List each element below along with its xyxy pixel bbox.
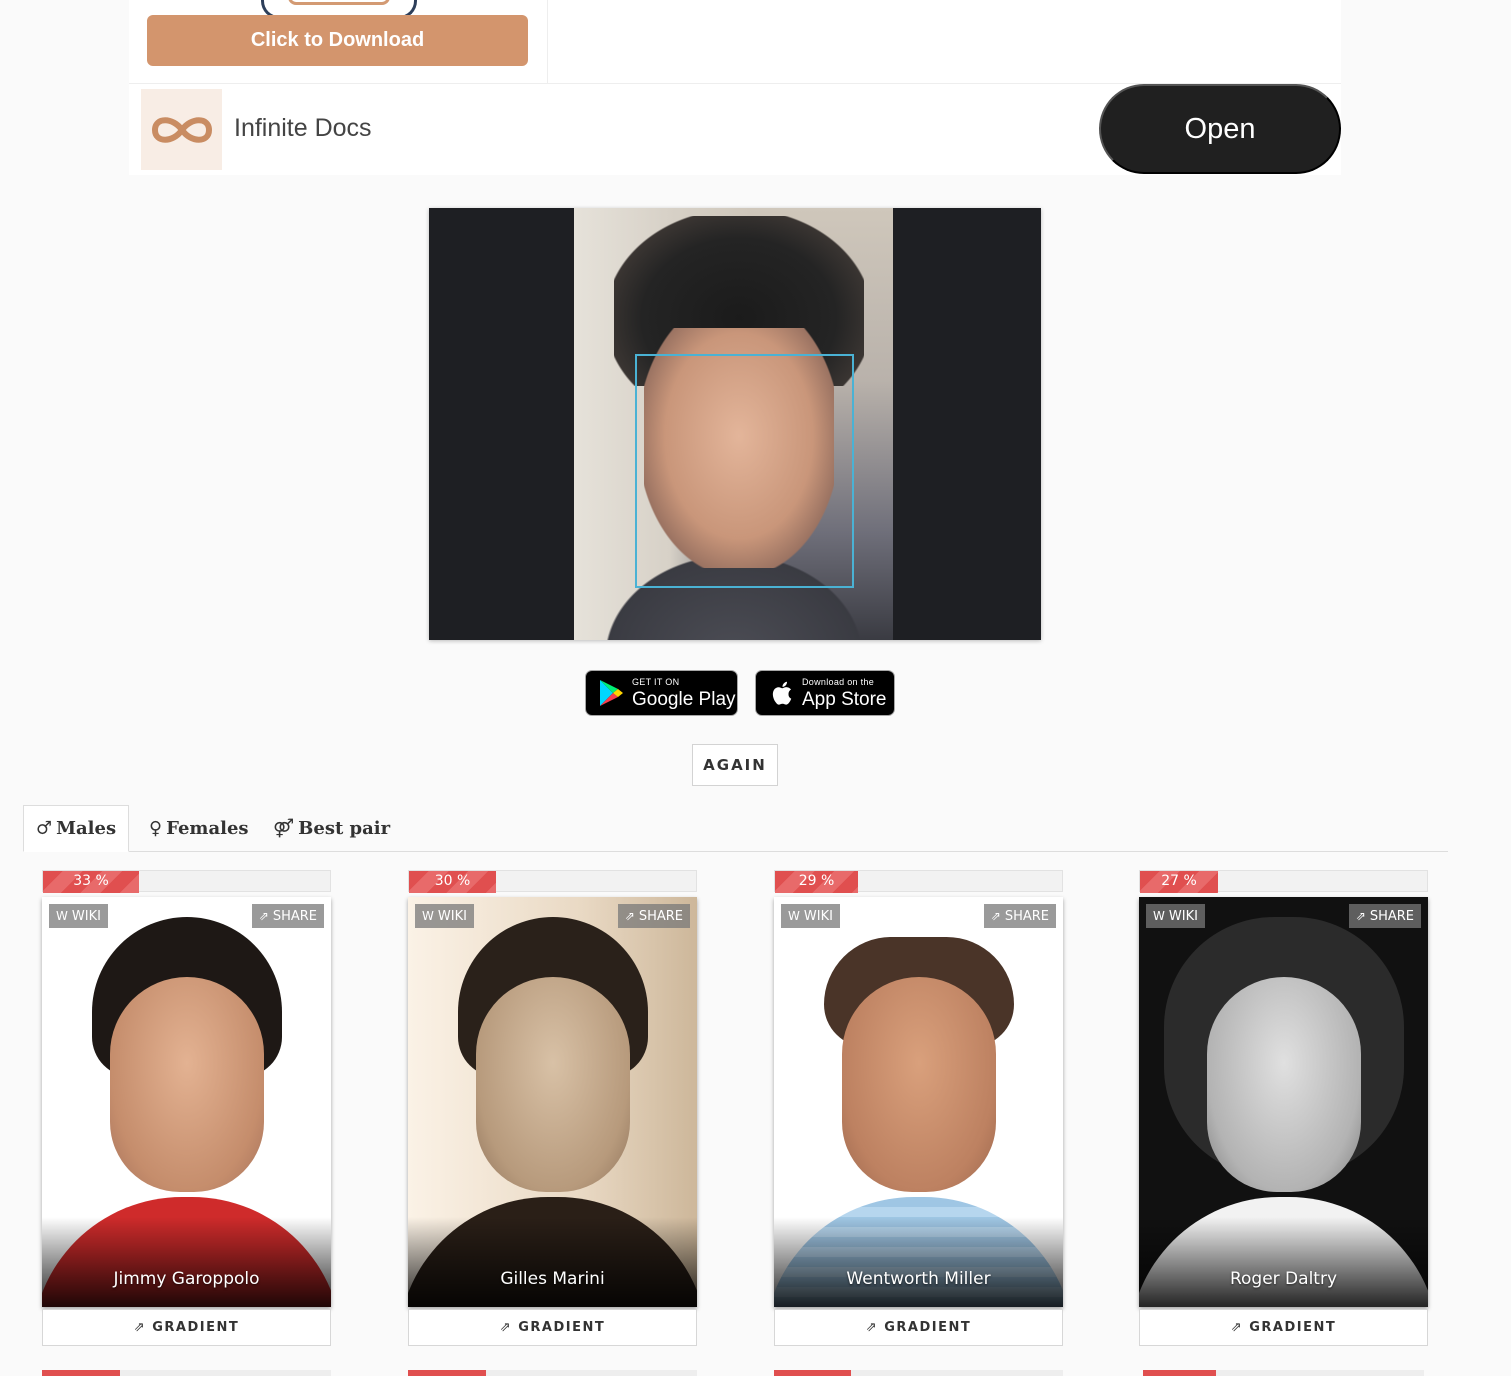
uploaded-photo-frame xyxy=(429,208,1041,640)
next-row-percent-bar xyxy=(42,1370,331,1376)
app-store-small: Download on the xyxy=(802,676,875,687)
next-row-percent-bar xyxy=(408,1370,697,1376)
next-row-percent-bar xyxy=(1143,1370,1424,1376)
app-store-badge[interactable]: Download on the App Store xyxy=(755,670,895,716)
google-play-label: Google Play xyxy=(632,688,736,710)
match-percent: 29 % xyxy=(798,873,835,889)
match-percent-bar: 33 % xyxy=(42,870,331,893)
infinity-icon xyxy=(141,89,222,170)
gradient-button[interactable]: ⇗ GRADIENT xyxy=(42,1309,331,1346)
celebrity-name: Gilles Marini xyxy=(500,1269,605,1289)
ad-creative: Click to Download xyxy=(129,0,548,83)
share-icon: ⇗ xyxy=(1230,1320,1244,1335)
gradient-button[interactable]: ⇗ GRADIENT xyxy=(1139,1309,1428,1346)
ad-banner-top: Click to Download xyxy=(129,0,1341,84)
wikipedia-icon: W xyxy=(422,909,434,923)
pair-icon: ⚤ xyxy=(273,817,295,839)
share-icon: ⇗ xyxy=(1355,909,1366,923)
share-button[interactable]: ⇗ SHARE xyxy=(617,904,690,928)
wiki-button[interactable]: W WIKI xyxy=(415,904,474,928)
celebrity-name: Jimmy Garoppolo xyxy=(113,1269,260,1289)
tab-males-label: Males xyxy=(56,818,117,839)
wiki-button[interactable]: W WIKI xyxy=(49,904,108,928)
tab-females-label: Females xyxy=(166,817,249,839)
google-play-badge[interactable]: GET IT ON Google Play xyxy=(585,670,738,716)
ad-open-button[interactable]: Open xyxy=(1099,84,1341,174)
again-button[interactable]: AGAIN xyxy=(692,744,778,786)
share-icon: ⇗ xyxy=(499,1320,513,1335)
match-percent: 30 % xyxy=(434,873,471,889)
tab-females[interactable]: ♀ Females xyxy=(149,805,249,851)
celebrity-photo[interactable]: W WIKI ⇗ SHARE Wentworth Miller xyxy=(774,897,1063,1307)
share-icon: ⇗ xyxy=(258,909,269,923)
share-button[interactable]: ⇗ SHARE xyxy=(1348,904,1421,928)
ad-app-bar[interactable]: Infinite Docs Open xyxy=(129,84,1341,175)
share-icon: ⇗ xyxy=(865,1320,879,1335)
match-percent: 27 % xyxy=(1161,873,1197,889)
celebrity-name: Roger Daltry xyxy=(1229,1269,1338,1289)
match-card: 29 % W WIKI ⇗ SHARE Wentworth Miller ⇗ GRAD… xyxy=(774,870,1063,1346)
share-icon: ⇗ xyxy=(133,1320,147,1335)
wikipedia-icon: W xyxy=(1153,909,1165,923)
wikipedia-icon: W xyxy=(788,909,800,923)
gender-tabs: ♂ Males ♀ Females ⚤ Best pair xyxy=(23,805,1448,852)
next-row-percent-bar xyxy=(774,1370,1063,1376)
match-percent: 33 % xyxy=(73,873,109,889)
celebrity-photo[interactable]: W WIKI ⇗ SHARE Gilles Marini xyxy=(408,897,697,1307)
match-card: 27 % W WIKI ⇗ SHARE Roger Daltry ⇗ GRADIENT xyxy=(1139,870,1428,1346)
wikipedia-icon: W xyxy=(56,909,68,923)
celebrity-name: Wentworth Miller xyxy=(846,1269,991,1289)
gradient-button[interactable]: ⇗ GRADIENT xyxy=(774,1309,1063,1346)
match-percent-bar: 30 % xyxy=(408,870,697,893)
app-store-label: App Store xyxy=(802,688,887,710)
share-button[interactable]: ⇗ SHARE xyxy=(983,904,1056,928)
match-percent-bar: 27 % xyxy=(1139,870,1428,893)
tab-best-pair[interactable]: ⚤ Best pair xyxy=(273,805,390,851)
share-icon: ⇗ xyxy=(990,909,1001,923)
match-card: 33 % W WIKI ⇗ SHARE Jimmy Garoppolo ⇗ GRADI… xyxy=(42,870,331,1346)
wiki-button[interactable]: W WIKI xyxy=(1146,904,1205,928)
wiki-button[interactable]: W WIKI xyxy=(781,904,840,928)
tab-males[interactable]: ♂ Males xyxy=(23,805,129,852)
tab-best-pair-label: Best pair xyxy=(298,817,391,839)
face-detection-box xyxy=(635,354,854,588)
apple-icon xyxy=(764,676,798,710)
match-percent-bar: 29 % xyxy=(774,870,1063,893)
celebrity-photo[interactable]: W WIKI ⇗ SHARE Roger Daltry xyxy=(1139,897,1428,1307)
share-button[interactable]: ⇗ SHARE xyxy=(251,904,324,928)
google-play-small: GET IT ON xyxy=(632,676,680,687)
male-icon: ♂ xyxy=(35,818,53,839)
celebrity-photo[interactable]: W WIKI ⇗ SHARE Jimmy Garoppolo xyxy=(42,897,331,1307)
ad-app-name: Infinite Docs xyxy=(234,114,372,142)
share-icon: ⇗ xyxy=(624,909,635,923)
gradient-button[interactable]: ⇗ GRADIENT xyxy=(408,1309,697,1346)
google-play-icon xyxy=(594,676,628,710)
female-icon: ♀ xyxy=(149,817,163,839)
ad-download-button[interactable]: Click to Download xyxy=(147,15,528,66)
match-card: 30 % W WIKI ⇗ SHARE Gilles Marini ⇗ GRADIEN… xyxy=(408,870,697,1346)
